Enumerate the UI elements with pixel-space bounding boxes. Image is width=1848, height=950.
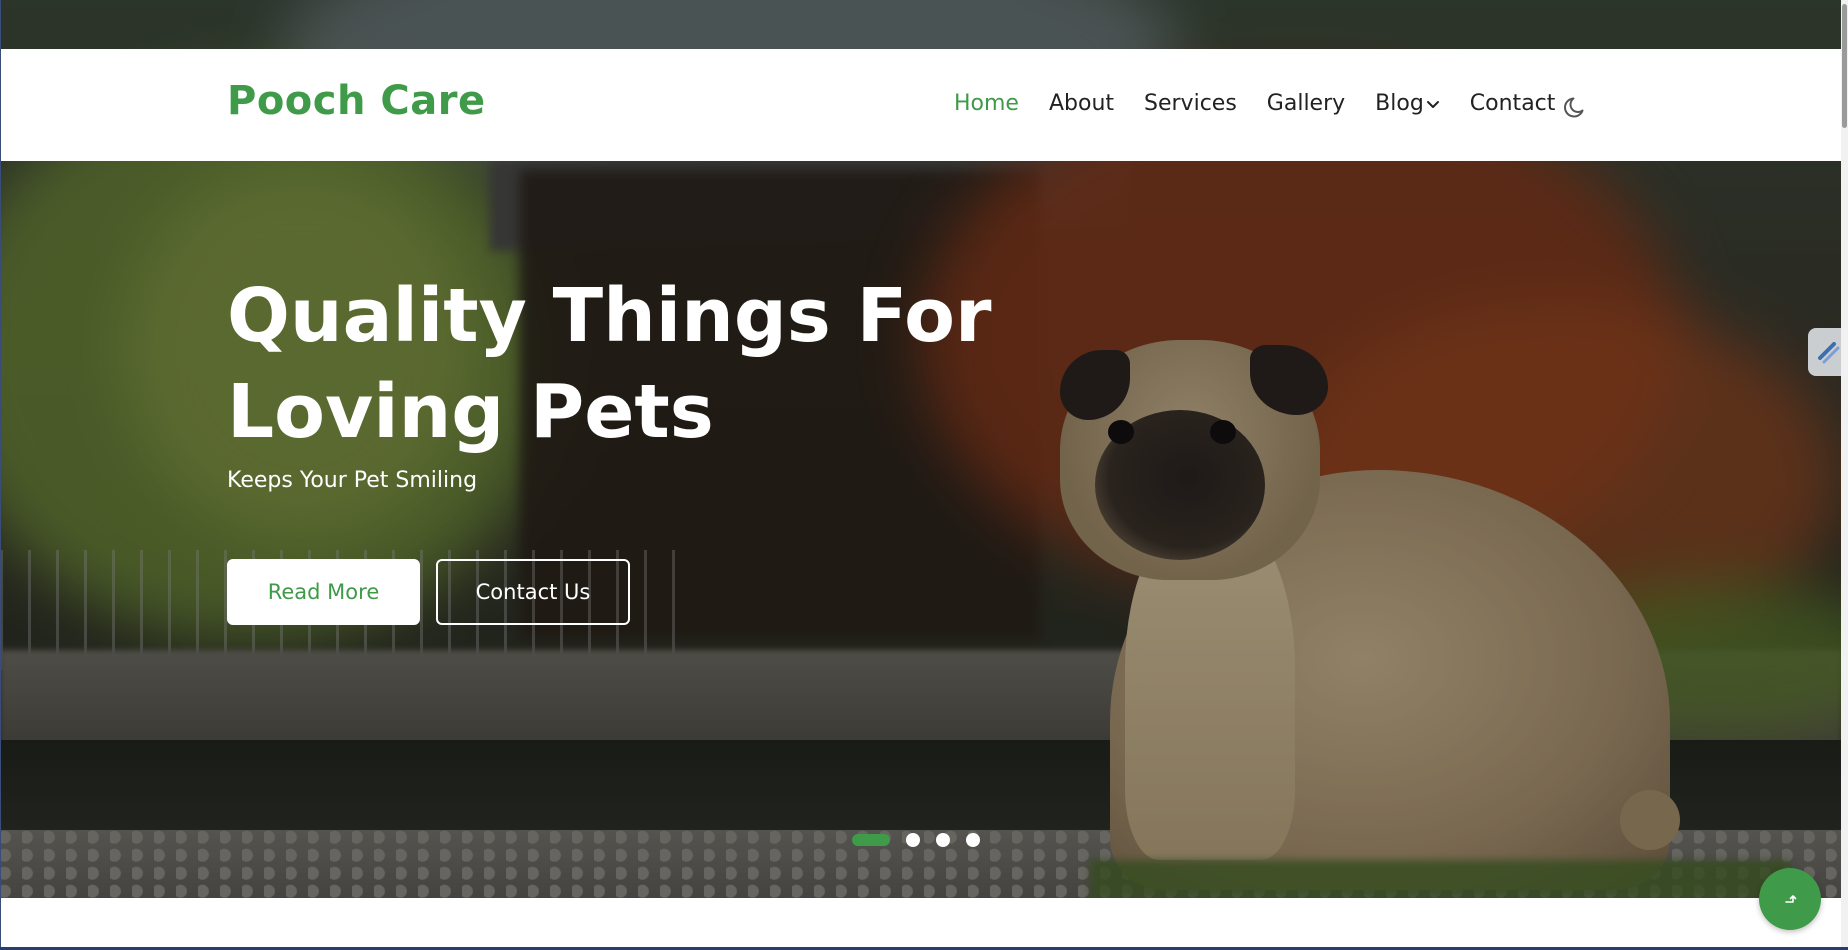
nav-blog[interactable]: Blog <box>1375 89 1440 119</box>
main-nav: Home About Services Gallery Blog Contact <box>954 89 1555 119</box>
nav-about[interactable]: About <box>1049 89 1114 119</box>
carousel-dot-4[interactable] <box>966 833 980 847</box>
page-scrollbar-thumb[interactable] <box>1842 4 1847 128</box>
page: Pooch Care Home About Services Gallery B… <box>0 0 1848 950</box>
window-border-left <box>0 0 1 950</box>
nav-blog-label: Blog <box>1375 91 1424 116</box>
nav-contact[interactable]: Contact <box>1470 89 1556 119</box>
chevron-down-icon <box>1426 101 1439 108</box>
brand-logo[interactable]: Pooch Care <box>227 77 486 125</box>
nav-gallery[interactable]: Gallery <box>1267 89 1345 119</box>
carousel-dot-3[interactable] <box>936 833 950 847</box>
read-more-button[interactable]: Read More <box>227 559 420 625</box>
site-header: Pooch Care Home About Services Gallery B… <box>0 49 1841 161</box>
hero-title: Quality Things For Loving Pets <box>227 268 1047 460</box>
carousel-dot-1[interactable] <box>852 834 890 846</box>
paint-brush-icon <box>1818 342 1840 364</box>
hero-title-line-1: Quality Things For <box>227 273 992 359</box>
hero-title-line-2: Loving Pets <box>227 369 714 455</box>
carousel-indicators <box>852 833 980 847</box>
arrow-up-icon <box>1785 895 1797 903</box>
hero-subtitle: Keeps Your Pet Smiling <box>227 468 478 493</box>
page-scrollbar-track[interactable] <box>1841 0 1848 950</box>
nav-home[interactable]: Home <box>954 89 1019 119</box>
contact-us-button[interactable]: Contact Us <box>436 559 630 625</box>
nav-services[interactable]: Services <box>1144 89 1237 119</box>
moon-icon[interactable] <box>1562 93 1590 121</box>
carousel-dot-2[interactable] <box>906 833 920 847</box>
scroll-to-top-button[interactable] <box>1759 868 1821 930</box>
